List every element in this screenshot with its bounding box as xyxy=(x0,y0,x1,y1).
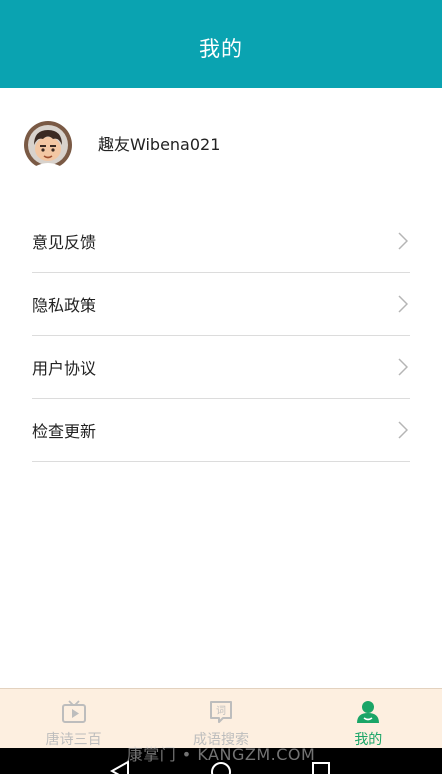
menu-item-privacy-policy[interactable]: 隐私政策 xyxy=(32,273,410,336)
bottom-tab-bar: 唐诗三百 词 成语搜索 我的 xyxy=(0,688,442,749)
app-header: 我的 xyxy=(0,0,442,88)
tv-play-icon xyxy=(61,700,86,723)
avatar[interactable] xyxy=(23,120,73,170)
chevron-right-icon xyxy=(398,232,408,250)
dictionary-icon: 词 xyxy=(209,701,232,723)
menu-item-feedback[interactable]: 意见反馈 xyxy=(32,210,410,273)
menu-item-label: 意见反馈 xyxy=(32,233,97,252)
menu-item-check-update[interactable]: 检查更新 xyxy=(32,399,410,462)
menu-item-label: 检查更新 xyxy=(32,422,97,441)
page-title: 我的 xyxy=(199,37,243,61)
user-icon xyxy=(357,701,380,723)
dictionary-icon-glyph: 词 xyxy=(216,705,226,717)
tab-mine[interactable]: 我的 xyxy=(295,689,442,749)
menu-item-label: 用户协议 xyxy=(32,359,97,378)
username[interactable]: 趣友Wibena021 xyxy=(98,131,220,155)
tab-tang-poems[interactable]: 唐诗三百 xyxy=(0,689,147,749)
chevron-right-icon xyxy=(398,358,408,376)
chevron-right-icon xyxy=(398,421,408,439)
menu-item-user-agreement[interactable]: 用户协议 xyxy=(32,336,410,399)
profile-section[interactable]: 趣友Wibena021 xyxy=(0,88,442,200)
settings-menu: 意见反馈 隐私政策 用户协议 检查更新 xyxy=(32,210,410,462)
watermark: 康掌门 • KANGZM.COM xyxy=(126,745,316,764)
menu-item-label: 隐私政策 xyxy=(32,296,97,315)
tab-idiom-search[interactable]: 词 成语搜索 xyxy=(147,689,294,749)
chevron-right-icon xyxy=(398,295,408,313)
